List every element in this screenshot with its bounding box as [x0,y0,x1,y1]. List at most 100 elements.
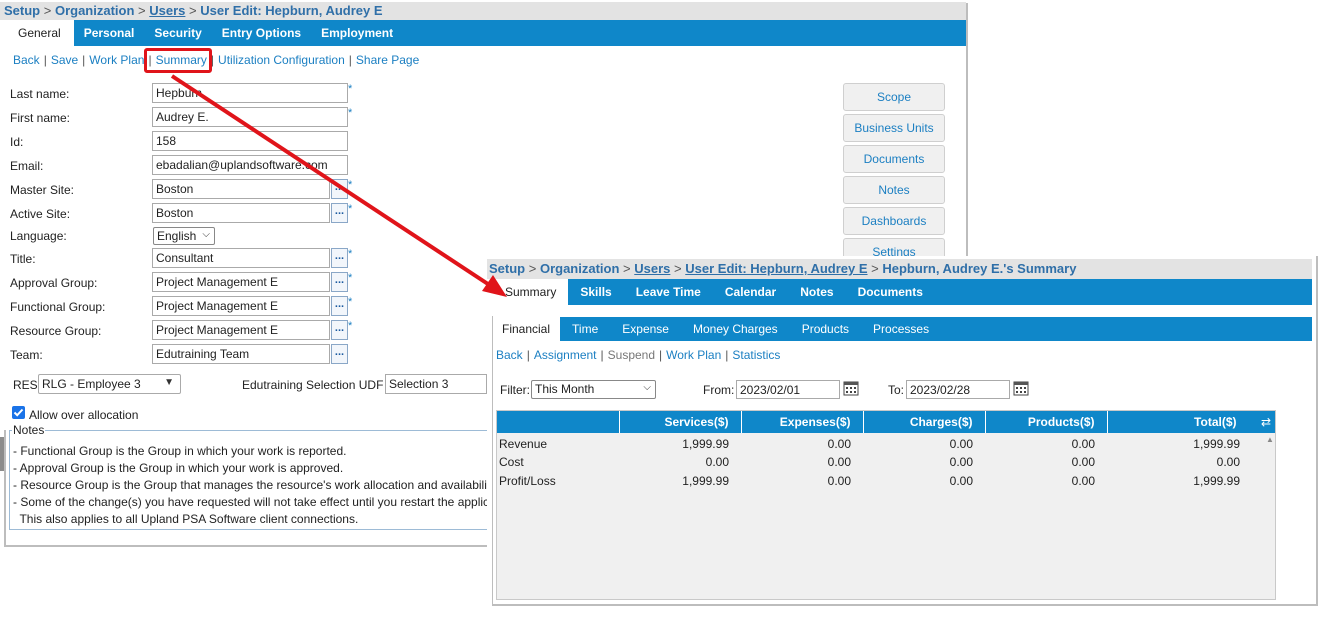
documents-button[interactable]: Documents [843,145,945,173]
title-lookup-button[interactable]: ... [331,248,348,268]
allow-over-allocation-checkbox[interactable] [12,406,25,419]
table-cell: 0.00 [949,437,973,451]
last-name-input[interactable] [152,83,348,103]
allow-over-allocation-label: Allow over allocation [29,408,139,422]
tab-personal[interactable]: Personal [74,20,145,46]
team-lookup-button[interactable]: ... [331,344,348,364]
tab-security[interactable]: Security [144,20,211,46]
column-header-charges[interactable]: Charges($) [863,411,986,433]
table-cell: 0.00 [949,473,973,488]
subtab-products[interactable]: Products [790,317,861,341]
subtab-time[interactable]: Time [560,317,610,341]
functional-group-lookup-button[interactable]: ... [331,296,348,316]
work-plan-link[interactable]: Work Plan [666,348,721,362]
id-input[interactable] [152,131,348,151]
res-select-value: RLG - Employee 3 [42,377,141,391]
dashboards-button[interactable]: Dashboards [843,207,945,235]
column-header-total[interactable]: Total($) [1107,411,1268,433]
tab-notes[interactable]: Notes [788,279,845,305]
calendar-icon[interactable] [1013,380,1029,396]
tab-skills[interactable]: Skills [568,279,623,305]
row-label: Profit/Loss [499,473,556,488]
caret-down-icon: ▼ [164,377,174,388]
business-units-button[interactable]: Business Units [843,114,945,142]
tab-documents[interactable]: Documents [846,279,935,305]
breadcrumb-users[interactable]: Users [634,261,670,276]
table-cell: 0.00 [705,454,729,469]
table-row: Profit/Loss 1,999.99 0.00 0.00 0.00 1,99… [497,471,1267,490]
table-cell: 0.00 [1216,454,1240,469]
filter-select[interactable]: This Month ⌵ [531,380,656,399]
udf-input[interactable] [385,374,487,394]
subtab-financial[interactable]: Financial [492,317,561,341]
breadcrumb-setup[interactable]: Setup [4,3,40,18]
subtab-money-charges[interactable]: Money Charges [681,317,790,341]
approval-group-input[interactable] [152,272,330,292]
notes-panel: Notes - Functional Group is the Group in… [9,423,509,530]
row-label: Cost [499,454,524,469]
column-header-services[interactable]: Services($) [619,411,742,433]
table-vertical-scrollbar[interactable]: ▲ [1265,433,1275,599]
breadcrumb-separator: > [871,261,879,276]
breadcrumb-organization[interactable]: Organization [55,3,134,18]
notes-button[interactable]: Notes [843,176,945,204]
suspend-link: Suspend [607,348,656,362]
window-border [492,316,493,606]
tab-calendar[interactable]: Calendar [713,279,788,305]
breadcrumb-users[interactable]: Users [149,3,185,18]
back-link[interactable]: Back [496,348,523,362]
statistics-link[interactable]: Statistics [732,348,780,362]
resource-group-input[interactable] [152,320,330,340]
from-label: From: [703,383,735,397]
table-header-row: Services($) Expenses($) Charges($) Produ… [497,411,1268,433]
swap-columns-icon[interactable]: ⇄ [1257,411,1275,433]
save-link[interactable]: Save [51,53,78,67]
notes-line: - Resource Group is the Group that manag… [13,478,487,492]
share-page-link[interactable]: Share Page [356,53,419,67]
from-date-input[interactable] [736,380,840,399]
master-site-input[interactable] [152,179,330,199]
email-input[interactable] [152,155,348,175]
active-site-label: Active Site: [10,207,71,221]
active-site-lookup-button[interactable]: ... [331,203,348,223]
utilization-configuration-link[interactable]: Utilization Configuration [218,53,345,67]
subtab-expense[interactable]: Expense [610,317,681,341]
notes-line: This also applies to all Upland PSA Soft… [13,512,359,526]
work-plan-link[interactable]: Work Plan [89,53,144,67]
assignment-link[interactable]: Assignment [534,348,597,362]
required-marker: * [348,179,353,191]
scroll-up-arrow-icon[interactable]: ▲ [1266,435,1274,444]
functional-group-input[interactable] [152,296,330,316]
tab-leave-time[interactable]: Leave Time [624,279,713,305]
calendar-icon[interactable] [843,380,859,396]
column-header-expenses[interactable]: Expenses($) [741,411,864,433]
tab-general[interactable]: General [5,20,74,46]
language-select[interactable]: English ⌵ [153,227,215,245]
scope-button[interactable]: Scope [843,83,945,111]
udf-label: Edutraining Selection UDF [242,378,384,392]
tab-employment[interactable]: Employment [311,20,403,46]
to-date-input[interactable] [906,380,1010,399]
res-select[interactable]: RLG - Employee 3 ▼ [38,374,181,394]
action-separator: | [82,53,86,67]
title-input[interactable] [152,248,330,268]
breadcrumb-user-edit[interactable]: User Edit: Hepburn, Audrey E [685,261,867,276]
column-header-products[interactable]: Products($) [985,411,1108,433]
back-link[interactable]: Back [13,53,40,67]
breadcrumb-organization[interactable]: Organization [540,261,619,276]
breadcrumb-separator: > [138,3,146,18]
approval-group-lookup-button[interactable]: ... [331,272,348,292]
breadcrumb-setup[interactable]: Setup [489,261,525,276]
breadcrumb-current: Hepburn, Audrey E.'s Summary [882,261,1077,276]
first-name-input[interactable] [152,107,348,127]
resource-group-lookup-button[interactable]: ... [331,320,348,340]
tab-summary[interactable]: Summary [487,279,569,305]
tab-entry-options[interactable]: Entry Options [212,20,311,46]
master-site-lookup-button[interactable]: ... [331,179,348,199]
required-marker: * [348,83,353,95]
table-cell: 0.00 [827,437,851,451]
subtab-processes[interactable]: Processes [861,317,941,341]
team-input[interactable] [152,344,330,364]
active-site-input[interactable] [152,203,330,223]
breadcrumb-separator: > [674,261,682,276]
